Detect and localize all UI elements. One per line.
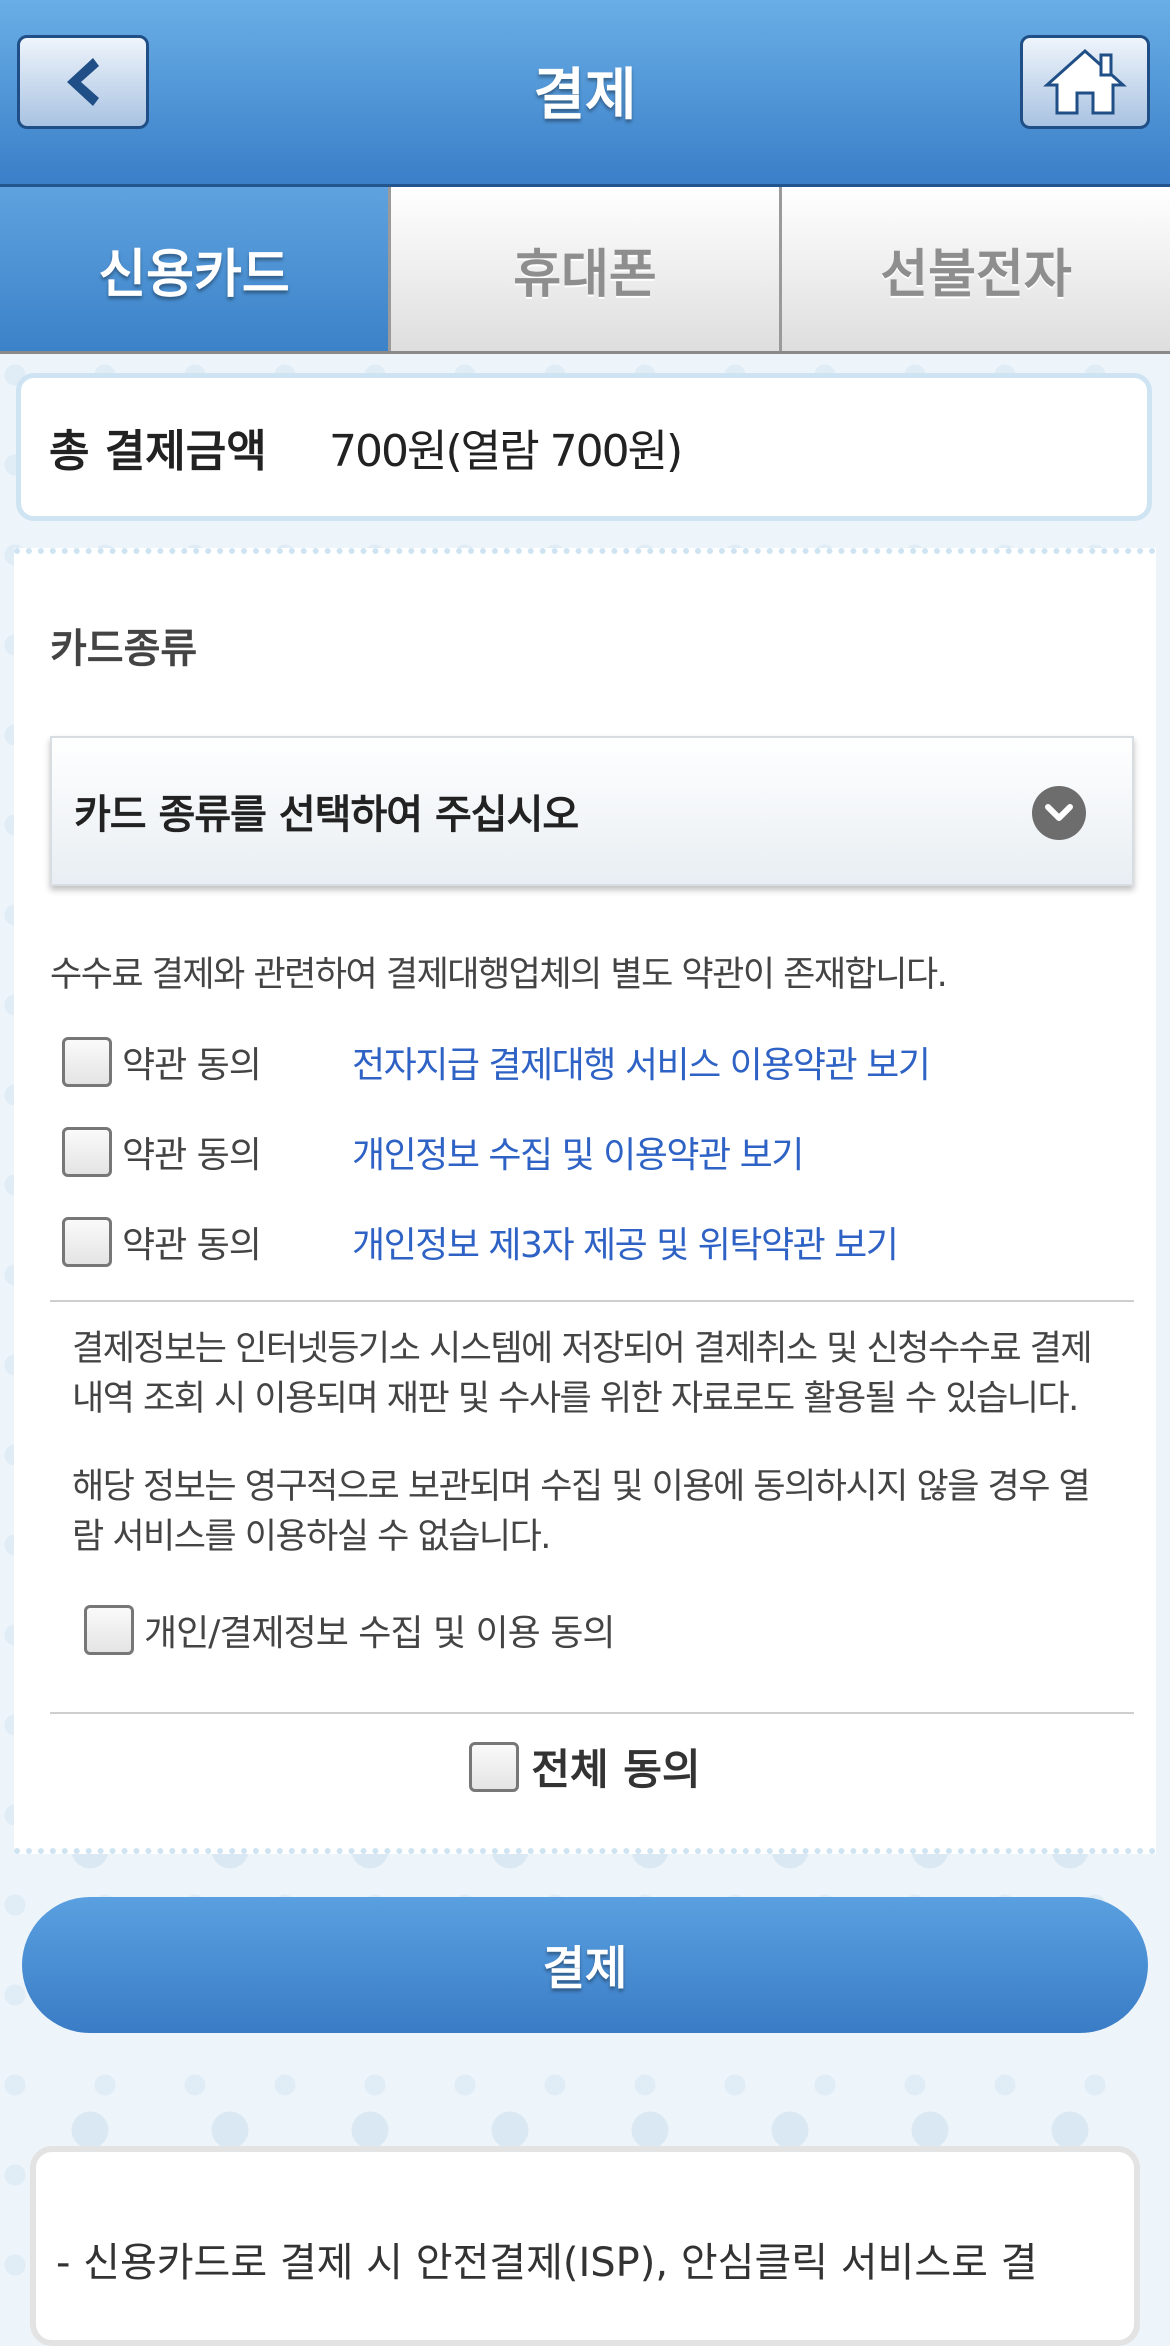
payment-info-text: - 신용카드로 결제 시 안전결제(ISP), 안심클릭 서비스로 결: [56, 2240, 1038, 2286]
chevron-down-icon: [1032, 786, 1086, 840]
total-amount-label: 총 결제금액: [49, 426, 267, 477]
card-type-select[interactable]: 카드 종류를 선택하여 주십시오: [50, 736, 1134, 886]
app-header: 결제: [0, 0, 1170, 187]
all-agree-checkbox[interactable]: [469, 1741, 520, 1792]
personal-agree-label: 개인/결제정보 수집 및 이용 동의: [144, 1613, 615, 1654]
card-type-title: 카드종류: [50, 626, 198, 672]
all-agree-row: 전체 동의: [14, 1736, 1156, 1797]
terms-checkbox[interactable]: [62, 1037, 112, 1087]
info-paragraph-2: 해당 정보는 영구적으로 보관되며 수집 및 이용에 동의하시지 않을 경우 열…: [72, 1462, 1112, 1562]
terms-link-third-party[interactable]: 개인정보 제3자 제공 및 위탁약관 보기: [352, 1216, 899, 1268]
terms-link-payment-service[interactable]: 전자지급 결제대행 서비스 이용약관 보기: [352, 1036, 931, 1088]
payment-tabs: 신용카드 휴대폰 선불전자: [0, 187, 1170, 354]
terms-agree-label: 약관 동의: [122, 1045, 262, 1086]
terms-row: 약관 동의 개인정보 제3자 제공 및 위탁약관 보기: [62, 1214, 899, 1270]
terms-notice: 수수료 결제와 관련하여 결제대행업체의 별도 약관이 존재합니다.: [50, 955, 948, 995]
payment-info-box: - 신용카드로 결제 시 안전결제(ISP), 안심클릭 서비스로 결: [30, 2146, 1140, 2346]
terms-link-privacy-collection[interactable]: 개인정보 수집 및 이용약관 보기: [352, 1126, 804, 1178]
terms-row: 약관 동의 개인정보 수집 및 이용약관 보기: [62, 1124, 804, 1180]
tab-mobile-phone[interactable]: 휴대폰: [388, 187, 779, 351]
home-icon: [1043, 48, 1127, 115]
info-line: 람 서비스를 이용하실 수 없습니다.: [72, 1517, 551, 1557]
info-line: 내역 조회 시 이용되며 재판 및 수사를 위한 자료로도 활용될 수 있습니다…: [72, 1379, 1079, 1419]
info-line: 해당 정보는 영구적으로 보관되며 수집 및 이용에 동의하시지 않을 경우 열: [72, 1467, 1091, 1507]
info-line: 결제정보는 인터넷등기소 시스템에 저장되어 결제취소 및 신청수수료 결제: [72, 1329, 1093, 1369]
terms-checkbox[interactable]: [62, 1127, 112, 1177]
card-type-select-text: 카드 종류를 선택하여 주십시오: [74, 792, 579, 838]
pay-button[interactable]: 결제: [22, 1897, 1148, 2033]
page-title: 결제: [533, 63, 637, 128]
terms-agree-label: 약관 동의: [122, 1225, 262, 1266]
tab-credit-card[interactable]: 신용카드: [0, 187, 388, 351]
terms-row: 약관 동의 전자지급 결제대행 서비스 이용약관 보기: [62, 1034, 931, 1090]
all-agree-label: 전체 동의: [531, 1745, 701, 1794]
terms-checkbox[interactable]: [62, 1217, 112, 1267]
tab-prepaid[interactable]: 선불전자: [779, 187, 1170, 351]
personal-agree-row: 개인/결제정보 수집 및 이용 동의: [84, 1602, 615, 1658]
personal-agree-checkbox[interactable]: [84, 1605, 134, 1655]
total-amount-value: 700원(열람 700원): [329, 426, 683, 477]
divider: [50, 1300, 1134, 1302]
divider: [50, 1712, 1134, 1714]
total-amount-box: 총 결제금액 700원(열람 700원): [16, 373, 1152, 521]
info-paragraph-1: 결제정보는 인터넷등기소 시스템에 저장되어 결제취소 및 신청수수료 결제 내…: [72, 1324, 1112, 1424]
card-payment-panel: 카드종류 카드 종류를 선택하여 주십시오 수수료 결제와 관련하여 결제대행업…: [14, 548, 1156, 1854]
home-button[interactable]: [1020, 35, 1150, 129]
terms-agree-label: 약관 동의: [122, 1135, 262, 1176]
